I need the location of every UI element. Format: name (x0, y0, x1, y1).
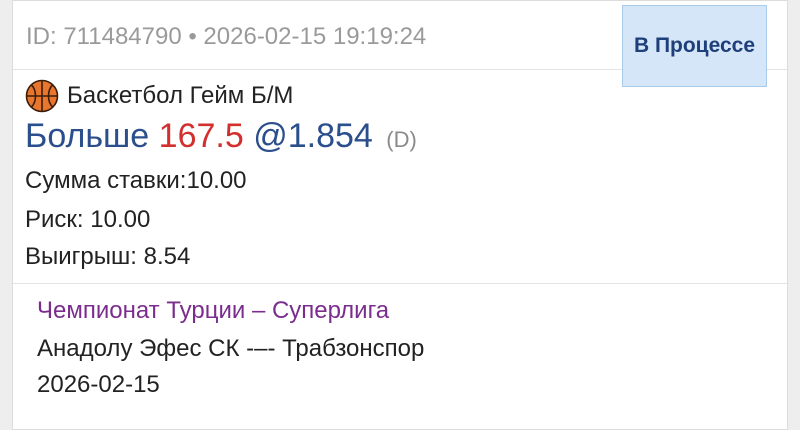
risk-amount: Риск: 10.00 (25, 206, 151, 233)
selection-word: Больше (25, 117, 150, 155)
selection-line: Больше 167.5 @1.854 (D) (25, 115, 417, 161)
sport-row: Баскетбол Гейм Б/М (25, 79, 293, 113)
sport-market-label: Баскетбол Гейм Б/М (67, 82, 294, 109)
selection-odds: @1.854 (253, 117, 373, 155)
win-amount: Выигрыш: 8.54 (25, 243, 191, 270)
league-name: Чемпионат Турции – Суперлига (37, 297, 390, 324)
section-divider (13, 283, 787, 284)
match-teams: Анадолу Эфес СК -–- Трабзонспор (37, 335, 425, 362)
match-date: 2026-02-15 (37, 371, 160, 398)
status-badge: В Процессе (622, 5, 767, 87)
stake-amount: Сумма ставки:10.00 (25, 167, 247, 194)
bet-card: ID: 711484790 • 2026-02-15 19:19:24 В Пр… (12, 0, 788, 430)
odds-format-flag: (D) (386, 127, 417, 152)
bet-id-timestamp: ID: 711484790 • 2026-02-15 19:19:24 (26, 23, 427, 50)
basketball-icon (25, 79, 59, 113)
selection-total: 167.5 (158, 117, 244, 155)
